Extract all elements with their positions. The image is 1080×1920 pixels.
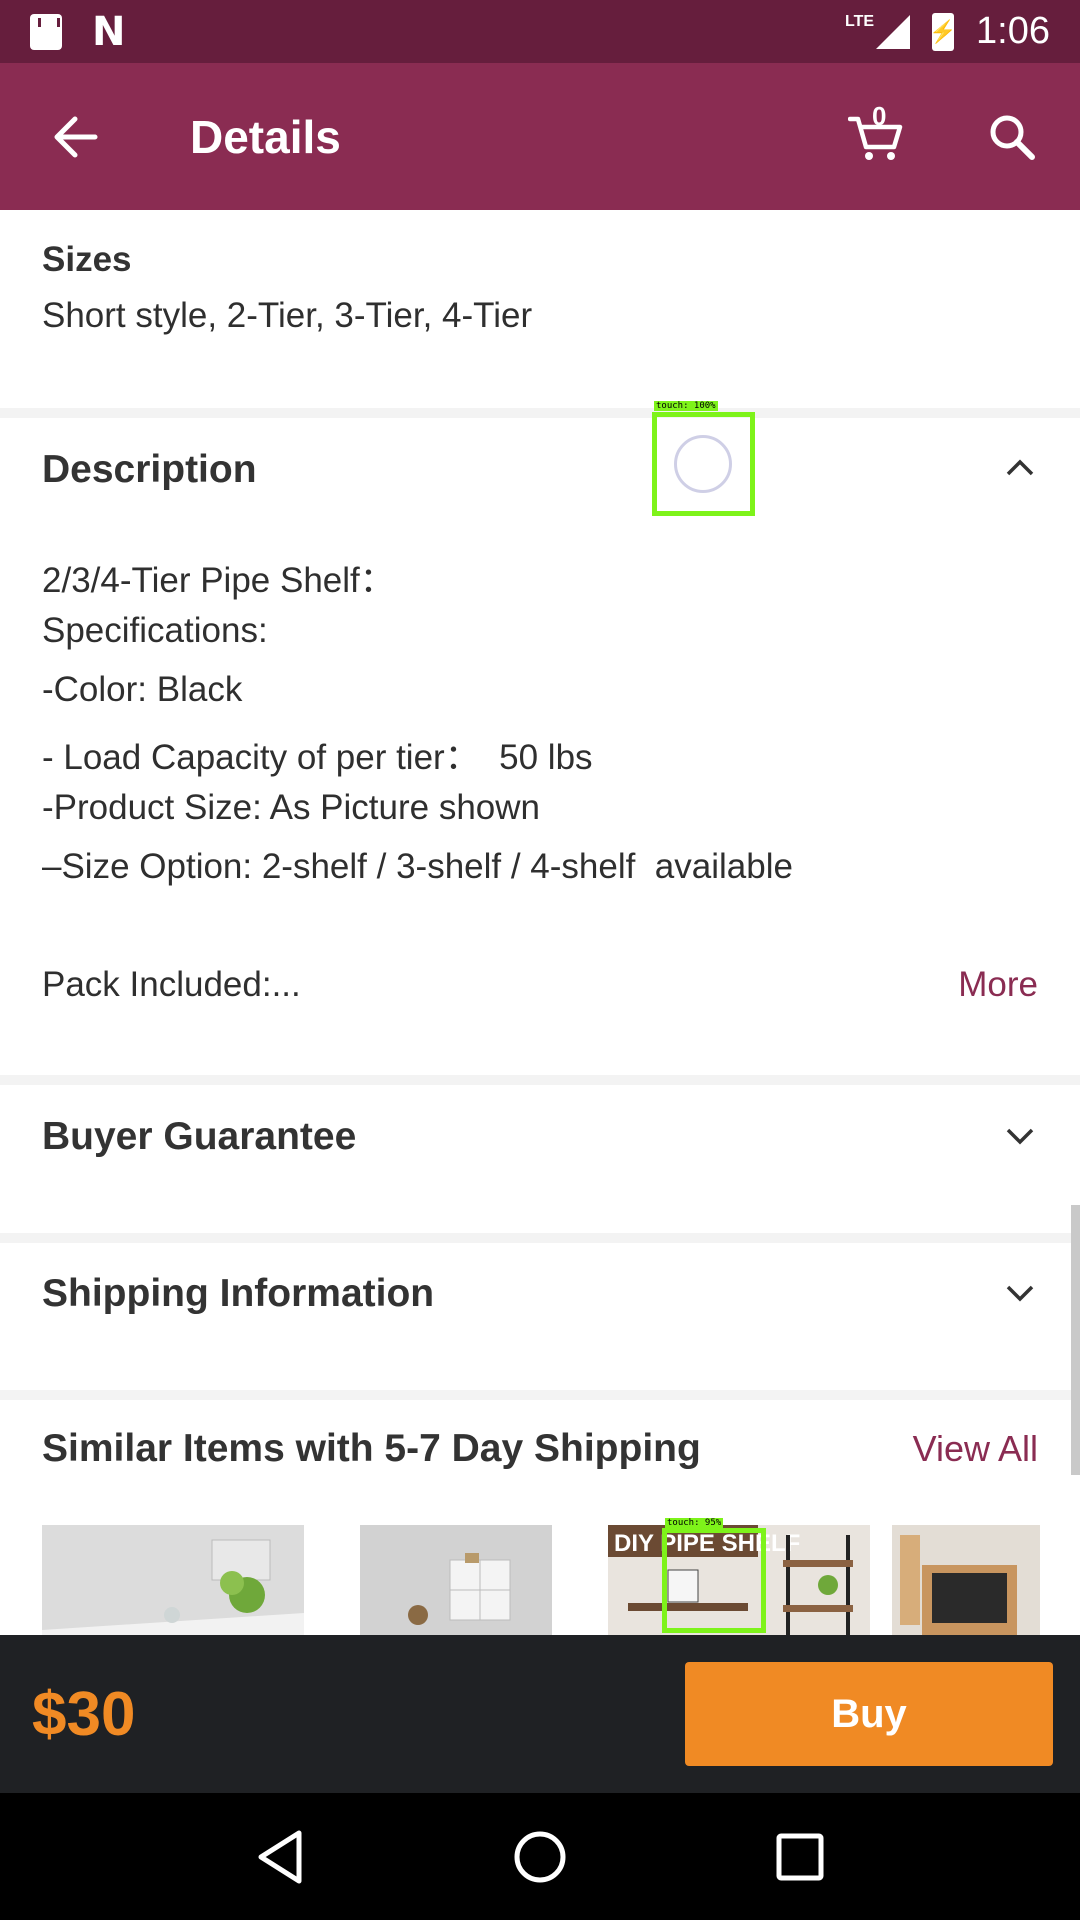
description-line: -Product Size: As Picture shown <box>42 788 540 827</box>
battery-charging-icon: ⚡ <box>929 12 957 51</box>
section-divider <box>0 1390 1080 1400</box>
pack-included-text: Pack Included:... <box>42 965 301 1004</box>
description-title: Description <box>42 448 257 491</box>
triangle-back-icon <box>258 1830 302 1883</box>
nav-home-button[interactable] <box>500 1817 580 1897</box>
notification-n-icon: N <box>92 8 126 55</box>
chevron-down-icon <box>1002 1118 1038 1154</box>
status-bar: N LTE ⚡ 1:06 <box>0 0 1080 63</box>
description-line: 2/3/4-Tier Pipe Shelf： <box>42 561 395 600</box>
back-button[interactable] <box>0 63 150 210</box>
buy-button[interactable]: Buy <box>685 1662 1053 1766</box>
more-link[interactable]: More <box>958 965 1038 1005</box>
details-content[interactable]: Sizes Short style, 2-Tier, 3-Tier, 4-Tie… <box>0 210 1080 1635</box>
similar-item-thumbnail[interactable] <box>360 1525 552 1635</box>
status-time: 1:06 <box>976 10 1050 52</box>
square-recents-icon <box>776 1833 824 1880</box>
search-button[interactable] <box>944 63 1080 210</box>
sd-card-icon <box>30 13 62 50</box>
section-divider <box>0 1075 1080 1085</box>
system-nav-bar <box>0 1793 1080 1920</box>
price-label: $30 <box>32 1679 136 1749</box>
buy-bar: $30 Buy <box>0 1635 1080 1793</box>
search-icon <box>990 115 1035 160</box>
sizes-value: Short style, 2-Tier, 3-Tier, 4-Tier <box>42 296 533 335</box>
touch-overlay-label: touch: 100% <box>654 401 718 411</box>
similar-items-carousel[interactable]: DIY PIPE SHELF <box>42 1525 1042 1635</box>
cart-button[interactable]: 0 <box>808 63 944 210</box>
description-line: Specifications: <box>42 611 268 650</box>
similar-items-title: Similar Items with 5-7 Day Shipping <box>42 1427 701 1470</box>
shipping-info-title: Shipping Information <box>42 1272 435 1315</box>
signal-icon <box>876 14 911 49</box>
circle-home-icon <box>514 1831 566 1882</box>
back-arrow-icon <box>54 116 98 157</box>
description-line: - Load Capacity of per tier： 50 lbs <box>42 738 593 777</box>
description-line: -Color: Black <box>42 670 243 709</box>
similar-item-thumbnail[interactable] <box>892 1525 1040 1635</box>
chevron-down-icon <box>1002 1275 1038 1311</box>
similar-item-thumbnail[interactable] <box>42 1525 304 1635</box>
nav-back-button[interactable] <box>240 1817 320 1897</box>
touch-ripple <box>674 435 732 493</box>
chevron-up-icon <box>1002 450 1038 486</box>
network-type: LTE <box>845 12 875 30</box>
section-divider <box>0 1233 1080 1243</box>
cart-count-badge: 0 <box>872 101 887 131</box>
touch-overlay-box <box>662 1528 766 1633</box>
buyer-guarantee-title: Buyer Guarantee <box>42 1115 357 1158</box>
nav-recents-button[interactable] <box>760 1817 840 1897</box>
screen: N LTE ⚡ 1:06 Details 0 Sizes Short style… <box>0 0 1080 1920</box>
app-bar: Details 0 <box>0 63 1080 210</box>
touch-overlay-label: touch: 95% <box>665 1518 724 1528</box>
scrollbar[interactable] <box>1071 1205 1080 1475</box>
sizes-label: Sizes <box>42 240 132 279</box>
section-divider <box>0 408 1080 418</box>
view-all-link[interactable]: View All <box>913 1428 1038 1470</box>
description-line: –Size Option: 2-shelf / 3-shelf / 4-shel… <box>42 847 793 886</box>
page-title: Details <box>190 110 341 163</box>
